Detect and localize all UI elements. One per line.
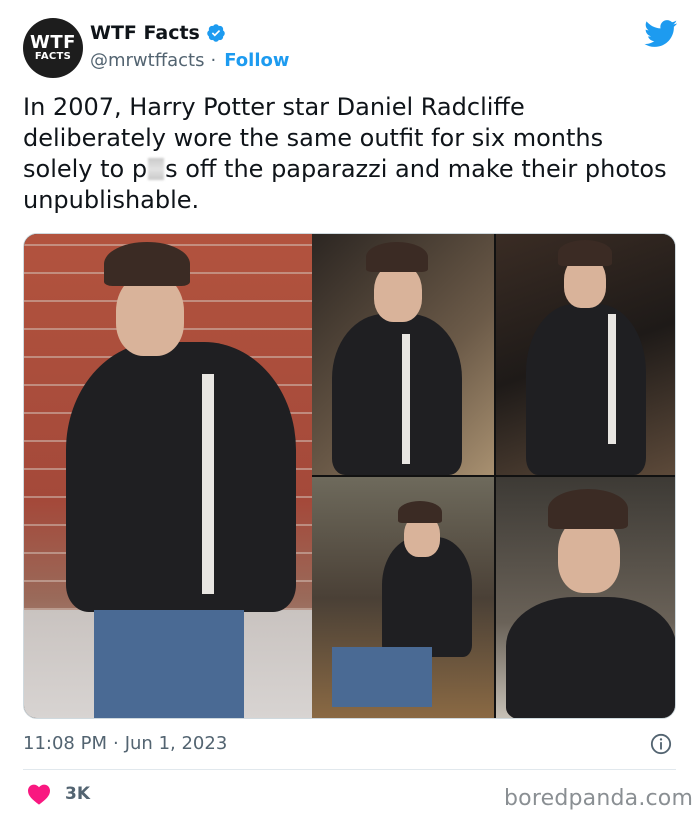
follow-button[interactable]: Follow <box>224 50 289 71</box>
jacket-stripe <box>202 374 214 594</box>
info-icon[interactable] <box>650 733 672 755</box>
timestamp-time: 11:08 PM <box>23 733 107 754</box>
tweet-text: In 2007, Harry Potter star Daniel Radcli… <box>23 92 673 216</box>
timestamp-date: Jun 1, 2023 <box>124 733 228 754</box>
cap <box>548 489 628 529</box>
jeans <box>94 610 244 718</box>
jacket <box>332 314 462 475</box>
timestamp[interactable]: 11:08 PM · Jun 1, 2023 <box>23 733 227 754</box>
handle-row: @mrwtffacts · Follow <box>90 50 290 71</box>
photo-top-middle[interactable] <box>312 234 494 475</box>
jacket <box>506 597 675 718</box>
divider <box>23 769 676 770</box>
photo-bottom-right[interactable] <box>496 477 675 718</box>
avatar[interactable]: WTF FACTS <box>23 18 83 78</box>
jeans <box>332 647 432 707</box>
heart-icon[interactable] <box>27 783 51 805</box>
tweet-card: WTF FACTS WTF Facts @mrwtffacts · Follow… <box>0 0 700 823</box>
cap <box>398 501 442 523</box>
watermark: boredpanda.com <box>504 786 694 811</box>
avatar-line2: FACTS <box>34 50 72 62</box>
media-grid[interactable] <box>23 233 676 719</box>
cap <box>366 242 428 272</box>
photo-bottom-middle[interactable] <box>312 477 494 718</box>
display-name[interactable]: WTF Facts <box>90 22 200 44</box>
handle-separator: · <box>210 50 217 71</box>
jacket <box>526 304 646 475</box>
photo-top-right[interactable] <box>496 234 675 475</box>
cap <box>104 242 190 286</box>
like-action[interactable]: 3K <box>27 783 90 805</box>
timestamp-separator: · <box>112 733 119 754</box>
handle[interactable]: @mrwtffacts <box>90 50 204 71</box>
photo-main[interactable] <box>24 234 312 718</box>
cap <box>558 240 612 266</box>
face <box>374 264 422 322</box>
avatar-line1: WTF <box>30 31 76 53</box>
verified-badge-icon <box>206 23 226 43</box>
face <box>116 274 184 356</box>
jacket-stripe <box>608 314 616 444</box>
censor-blur <box>148 158 165 180</box>
jacket-stripe <box>402 334 410 464</box>
twitter-bird-icon[interactable] <box>644 20 678 48</box>
jacket <box>66 342 296 612</box>
name-row: WTF Facts <box>90 22 226 44</box>
like-count: 3K <box>65 784 91 804</box>
